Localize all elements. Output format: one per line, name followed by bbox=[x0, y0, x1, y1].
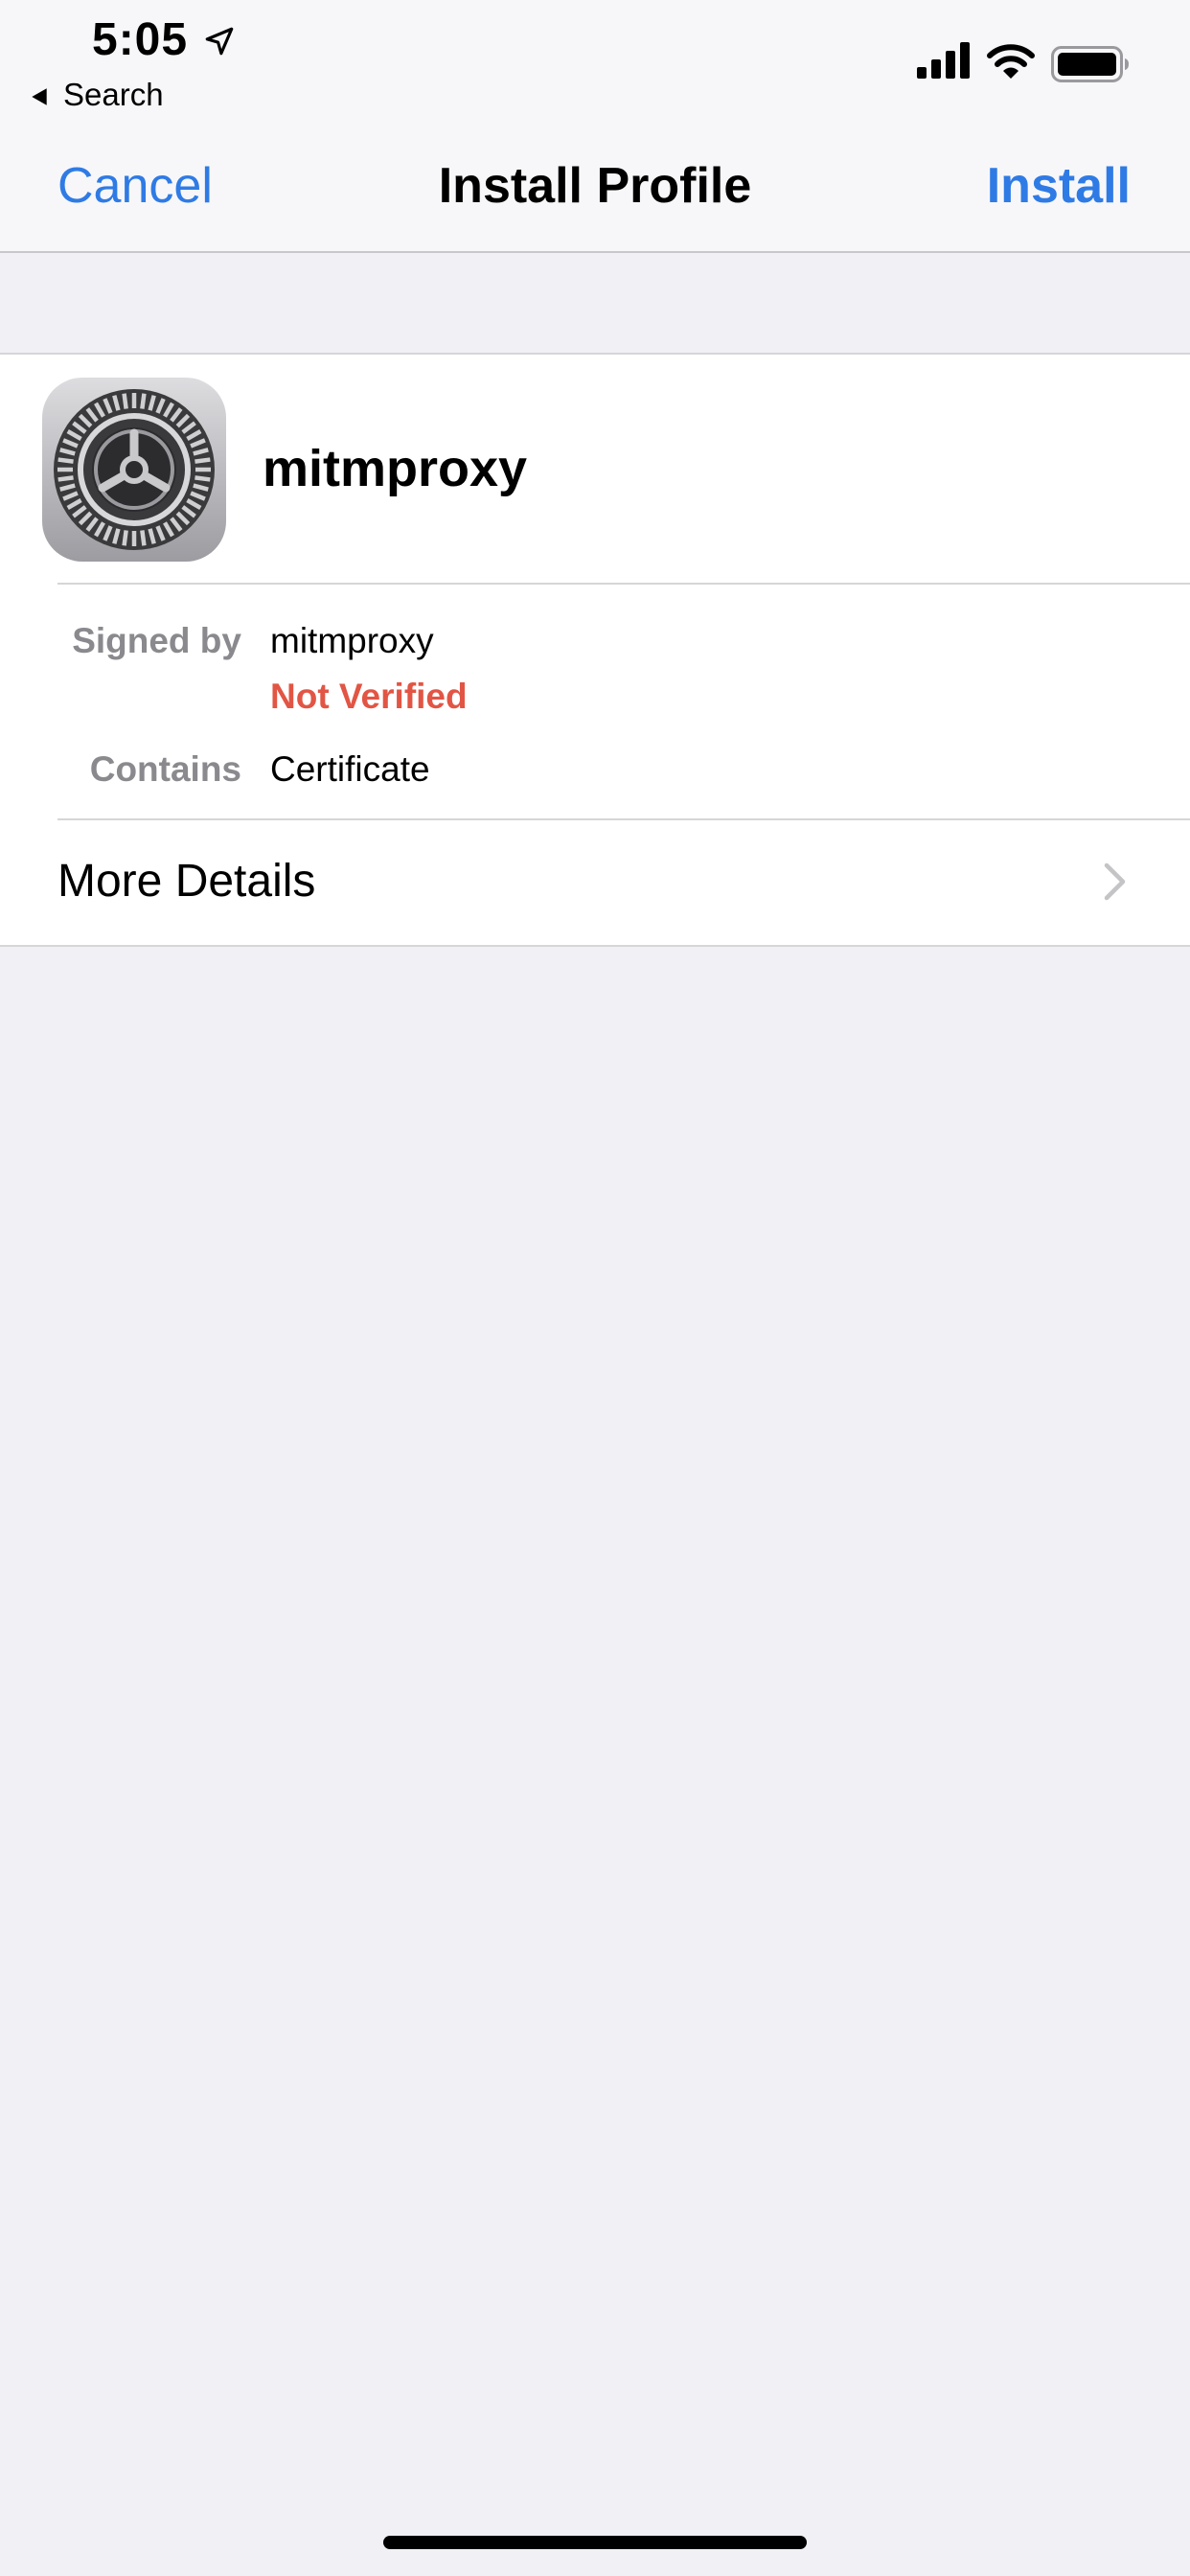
more-details-row[interactable]: More Details bbox=[0, 820, 1190, 945]
divider bbox=[57, 583, 1190, 585]
back-arrow-icon bbox=[32, 88, 47, 105]
home-indicator[interactable] bbox=[383, 2536, 807, 2549]
contains-label: Contains bbox=[89, 749, 241, 789]
profile-name: mitmproxy bbox=[263, 440, 528, 497]
status-time: 5:05 bbox=[92, 14, 189, 65]
verification-status: Not Verified bbox=[270, 677, 468, 716]
battery-icon bbox=[1051, 46, 1129, 82]
profile-card: mitmproxy Signed by mitmproxy Not Verifi… bbox=[0, 353, 1190, 947]
back-label[interactable]: Search bbox=[63, 77, 164, 113]
contains-value: Certificate bbox=[270, 749, 430, 789]
more-details-label[interactable]: More Details bbox=[57, 855, 315, 908]
wifi-icon bbox=[987, 44, 1035, 79]
top-bar: 5:05 Search Cancel Install Profile Insta… bbox=[0, 0, 1190, 253]
settings-gear-icon bbox=[42, 378, 226, 562]
install-button[interactable]: Install bbox=[987, 157, 1131, 215]
chevron-right-icon bbox=[1104, 862, 1126, 901]
signed-by-value: mitmproxy bbox=[270, 621, 434, 660]
location-arrow-icon bbox=[205, 27, 234, 56]
signed-by-label: Signed by bbox=[72, 621, 241, 660]
cellular-signal-icon bbox=[917, 42, 970, 79]
